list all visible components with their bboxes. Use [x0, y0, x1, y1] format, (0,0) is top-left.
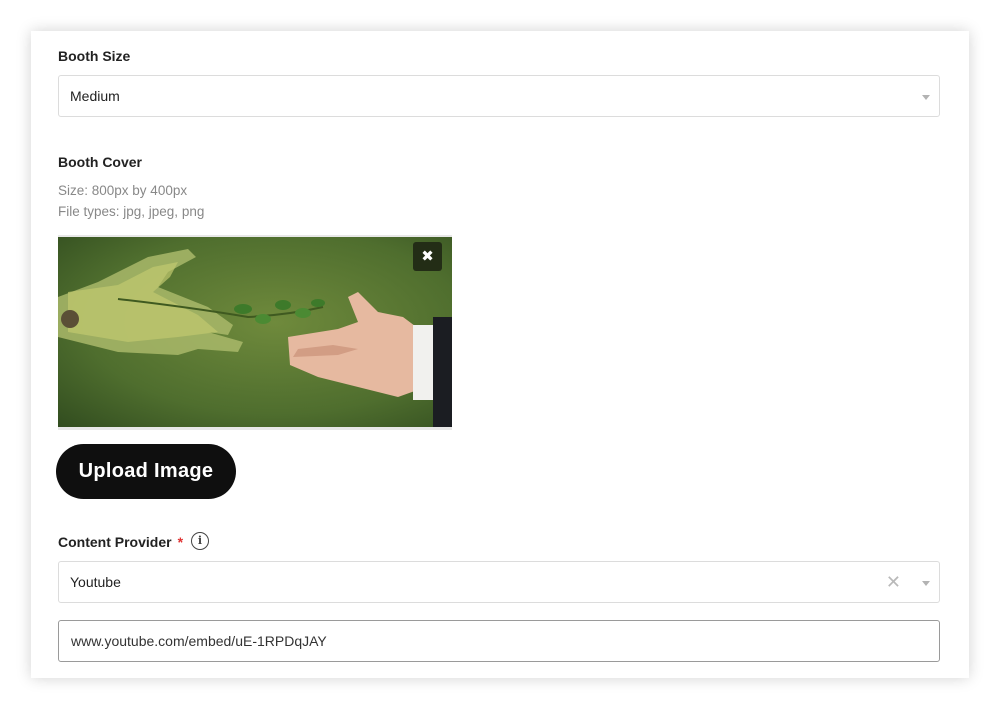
- booth-cover-label: Booth Cover: [58, 154, 142, 170]
- required-mark: *: [177, 534, 184, 550]
- size-hint: Size: 800px by 400px: [58, 183, 188, 198]
- content-provider-value: Youtube: [70, 574, 121, 590]
- content-provider-text: Content Provider: [58, 534, 172, 550]
- remove-image-button[interactable]: ✖: [413, 242, 442, 271]
- booth-size-select[interactable]: Medium: [58, 75, 940, 117]
- content-provider-select[interactable]: Youtube ✕: [58, 561, 940, 603]
- filetypes-hint: File types: jpg, jpeg, png: [58, 204, 205, 219]
- booth-size-value: Medium: [70, 88, 120, 104]
- info-icon[interactable]: i: [191, 532, 209, 550]
- booth-size-label: Booth Size: [58, 48, 131, 64]
- chevron-down-icon[interactable]: [922, 581, 930, 586]
- video-url-input[interactable]: [58, 620, 940, 662]
- handshake-image: [58, 237, 452, 427]
- content-provider-label: Content Provider *: [58, 534, 183, 550]
- booth-cover-image: [58, 235, 452, 430]
- chevron-down-icon[interactable]: [922, 95, 930, 100]
- upload-image-button[interactable]: Upload Image: [56, 444, 236, 499]
- clear-icon[interactable]: ✕: [886, 573, 901, 591]
